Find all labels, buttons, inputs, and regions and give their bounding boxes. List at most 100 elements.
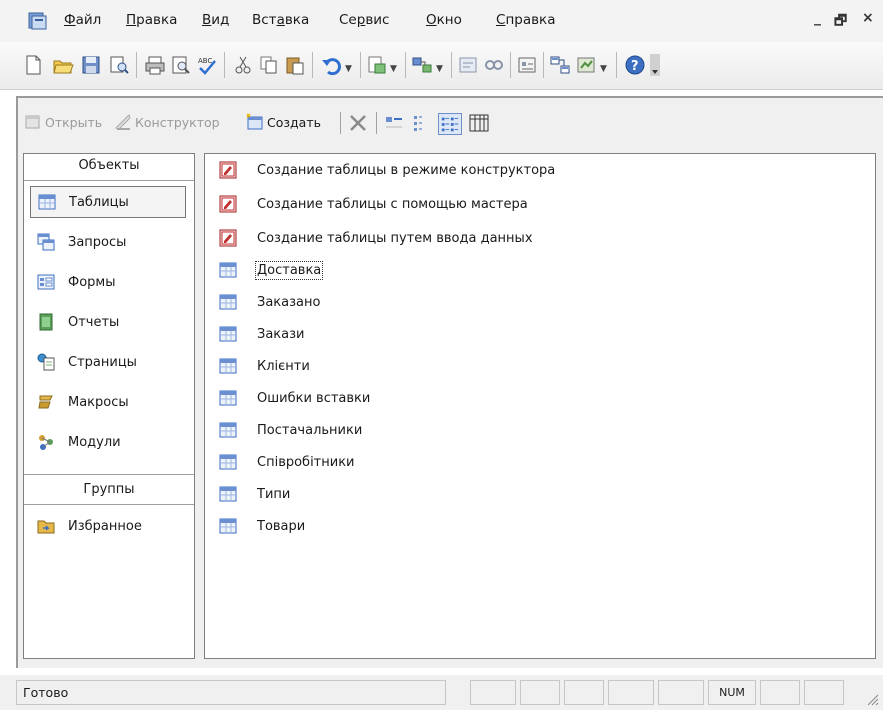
print-preview-icon[interactable] xyxy=(170,54,192,76)
menu-window[interactable]: Окно xyxy=(426,12,462,28)
objects-item-pages[interactable]: Страницы xyxy=(30,346,186,378)
table-list-item[interactable]: Заказано xyxy=(219,290,320,314)
new-object-icon[interactable] xyxy=(575,54,597,76)
office-links-dropdown-icon[interactable]: ▼ xyxy=(390,64,397,74)
table-list-item-label: Співробітники xyxy=(257,454,355,470)
relationships-icon[interactable] xyxy=(549,54,571,76)
open-button[interactable]: Открыть xyxy=(24,113,102,131)
restore-button[interactable]: 🗗 xyxy=(834,10,847,34)
objects-item-modules[interactable]: Модули xyxy=(30,426,186,458)
menu-bar: Файл Правка Вид Вставка Сервис Окно Спра… xyxy=(0,0,883,42)
create-button[interactable]: Создать xyxy=(246,113,321,131)
table-list-item-label: Закази xyxy=(257,326,305,342)
paste-icon[interactable] xyxy=(284,54,306,76)
table-list-item-label: Ошибки вставки xyxy=(257,390,371,406)
objects-item-reports[interactable]: Отчеты xyxy=(30,306,186,338)
database-window: Открыть Конструктор Создать Объекты Табл… xyxy=(16,96,883,668)
status-cell xyxy=(760,680,800,705)
copy-icon[interactable] xyxy=(258,54,280,76)
small-icons-view-icon[interactable] xyxy=(412,113,434,133)
main-toolbar: ABC ▼ ▼ ▼ ▼ ? xyxy=(0,42,883,90)
access-app-icon[interactable] xyxy=(28,11,50,31)
status-text: Готово xyxy=(16,680,446,705)
design-button[interactable]: Конструктор xyxy=(114,113,220,131)
spelling-icon[interactable]: ABC xyxy=(196,54,218,76)
large-icons-view-icon[interactable] xyxy=(384,113,406,133)
objects-item-label: Таблицы xyxy=(69,194,129,210)
table-list-item-label: Постачальники xyxy=(257,422,363,438)
objects-item-label: Формы xyxy=(68,274,116,290)
table-list-item[interactable]: Ошибки вставки xyxy=(219,386,370,410)
svg-text:?: ? xyxy=(631,59,639,74)
object-list-pane: Создание таблицы в режиме конструктора С… xyxy=(204,153,876,659)
analyze-dropdown-icon[interactable]: ▼ xyxy=(436,64,443,74)
report-icon xyxy=(39,313,53,331)
objects-item-queries[interactable]: Запросы xyxy=(30,226,186,258)
table-icon xyxy=(219,390,237,406)
objects-item-forms[interactable]: Формы xyxy=(30,266,186,298)
table-list-item[interactable]: Співробітники xyxy=(219,450,355,474)
script-editor-icon[interactable] xyxy=(483,54,505,76)
table-icon xyxy=(219,454,237,470)
analyze-icon[interactable] xyxy=(411,54,433,76)
page-icon xyxy=(37,353,55,371)
menu-edit[interactable]: Правка xyxy=(126,12,177,28)
table-list-item-label: Типи xyxy=(257,486,291,502)
new-object-dropdown-icon[interactable]: ▼ xyxy=(600,64,607,74)
toolbar-options-icon[interactable] xyxy=(650,54,660,76)
menu-help[interactable]: Справка xyxy=(496,12,556,28)
query-icon xyxy=(37,233,55,251)
table-list-item[interactable]: Доставка xyxy=(219,258,324,282)
create-table-shortcut-icon xyxy=(219,229,237,247)
table-icon xyxy=(219,358,237,374)
open-folder-icon[interactable] xyxy=(52,54,74,76)
menu-insert[interactable]: Вставка xyxy=(252,12,309,28)
list-item[interactable]: Создание таблицы в режиме конструктора xyxy=(219,158,555,182)
table-list-item[interactable]: Закази xyxy=(219,322,304,346)
toolbar-separator xyxy=(340,112,341,134)
cut-icon[interactable] xyxy=(232,54,254,76)
table-icon xyxy=(219,422,237,438)
toolbar-separator xyxy=(136,52,137,78)
menu-file[interactable]: Файл xyxy=(64,12,101,28)
delete-icon[interactable] xyxy=(348,113,368,133)
objects-item-macros[interactable]: Макросы xyxy=(30,386,186,418)
table-list-item[interactable]: Клієнти xyxy=(219,354,310,378)
resize-grip-icon[interactable] xyxy=(865,692,879,706)
open-object-icon xyxy=(25,115,40,129)
status-cell xyxy=(470,680,516,705)
list-view-icon[interactable] xyxy=(438,113,462,135)
menu-tools[interactable]: Сервис xyxy=(339,12,389,28)
minimize-button[interactable]: _ xyxy=(814,10,821,26)
office-links-icon[interactable] xyxy=(366,54,388,76)
toolbar-separator xyxy=(224,52,225,78)
code-icon[interactable] xyxy=(457,54,479,76)
table-icon xyxy=(219,518,237,534)
status-cell xyxy=(658,680,704,705)
save-icon[interactable] xyxy=(80,54,102,76)
list-item[interactable]: Создание таблицы путем ввода данных xyxy=(219,226,533,250)
table-icon xyxy=(219,262,237,278)
objects-item-tables[interactable]: Таблицы xyxy=(30,186,186,218)
objects-item-label: Запросы xyxy=(68,234,127,250)
close-button[interactable]: × xyxy=(862,10,874,26)
details-view-icon[interactable] xyxy=(468,113,490,133)
undo-icon[interactable] xyxy=(320,54,342,76)
file-search-icon[interactable] xyxy=(108,54,130,76)
undo-dropdown-icon[interactable]: ▼ xyxy=(345,64,352,74)
status-cell xyxy=(804,680,844,705)
table-list-item[interactable]: Постачальники xyxy=(219,418,362,442)
properties-icon[interactable] xyxy=(516,54,538,76)
menu-view[interactable]: Вид xyxy=(202,12,229,28)
new-document-icon[interactable] xyxy=(22,54,44,76)
table-list-item[interactable]: Типи xyxy=(219,482,290,506)
print-icon[interactable] xyxy=(144,54,166,76)
objects-item-label: Отчеты xyxy=(68,314,120,330)
list-item[interactable]: Создание таблицы с помощью мастера xyxy=(219,192,528,216)
table-list-item[interactable]: Товари xyxy=(219,514,305,538)
groups-divider-top xyxy=(24,474,194,475)
table-list-item-label: Заказано xyxy=(257,294,321,310)
table-list-item-label: Товари xyxy=(257,518,306,534)
groups-item-favorites[interactable]: Избранное xyxy=(30,510,186,542)
help-icon[interactable]: ? xyxy=(624,54,646,76)
